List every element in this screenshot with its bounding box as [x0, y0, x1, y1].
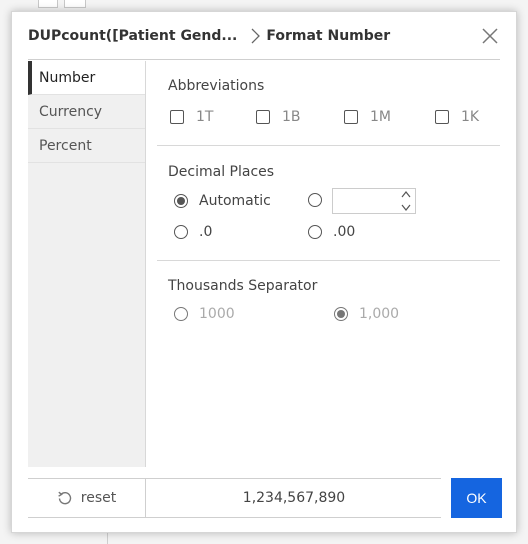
sidebar-item-label: Currency — [39, 103, 103, 120]
radio-label: .0 — [199, 224, 213, 240]
checkbox-label: 1K — [461, 109, 480, 125]
thousands-separator-title: Thousands Separator — [168, 278, 318, 294]
ok-button[interactable]: OK — [451, 478, 502, 518]
checkbox-box — [435, 110, 449, 124]
sidebar-item-currency[interactable]: Currency — [28, 95, 145, 129]
section-divider — [157, 260, 500, 261]
chevron-up-icon[interactable] — [401, 191, 411, 198]
radio-label: 1,000 — [359, 306, 400, 322]
radio-indicator — [174, 194, 188, 208]
format-number-dialog: DUPcount([Patient Gend... Format Number … — [11, 11, 517, 533]
separator-comma-radio[interactable]: 1,000 — [334, 306, 399, 322]
sidebar-item-label: Percent — [39, 137, 92, 154]
checkbox-box — [170, 110, 184, 124]
sidebar-item-number[interactable]: Number — [28, 61, 145, 95]
sidebar-item-percent[interactable]: Percent — [28, 129, 145, 163]
decimal-one-radio[interactable]: .0 — [174, 224, 212, 240]
abbrev-1k-checkbox[interactable]: 1K — [435, 109, 479, 125]
dialog-footer: reset 1,234,567,890 — [28, 478, 441, 518]
radio-label: 1000 — [199, 306, 235, 322]
abbrev-1m-checkbox[interactable]: 1M — [344, 109, 391, 125]
dialog-title: DUPcount([Patient Gend... — [28, 27, 238, 44]
decimal-places-title: Decimal Places — [168, 164, 275, 180]
chevron-down-icon[interactable] — [401, 204, 411, 211]
decimal-places-stepper[interactable] — [332, 188, 416, 214]
dialog-subtitle: Format Number — [266, 27, 391, 44]
stepper-arrows — [400, 191, 412, 211]
radio-indicator — [334, 307, 348, 321]
abbrev-1t-checkbox[interactable]: 1T — [170, 109, 213, 125]
dialog-header: DUPcount([Patient Gend... Format Number — [28, 12, 500, 60]
decimal-automatic-radio[interactable]: Automatic — [174, 193, 271, 209]
abbreviations-title: Abbreviations — [168, 78, 265, 94]
decimal-two-radio[interactable]: .00 — [308, 224, 355, 240]
section-divider — [157, 145, 500, 146]
radio-label: Automatic — [199, 193, 271, 209]
close-button[interactable] — [480, 26, 500, 46]
checkbox-box — [344, 110, 358, 124]
checkbox-label: 1B — [282, 109, 301, 125]
format-type-sidebar: Number Currency Percent — [28, 61, 146, 467]
reset-icon — [58, 491, 71, 505]
format-preview: 1,234,567,890 — [147, 479, 441, 517]
preview-value: 1,234,567,890 — [242, 490, 346, 506]
abbrev-1b-checkbox[interactable]: 1B — [256, 109, 301, 125]
reset-label: reset — [80, 490, 117, 506]
radio-indicator — [174, 225, 188, 239]
radio-label: .00 — [333, 224, 356, 240]
sidebar-item-label: Number — [39, 69, 96, 86]
background-fragment — [64, 0, 86, 8]
format-options-panel: Abbreviations 1T 1B 1M 1K Decimal Places… — [157, 61, 500, 467]
chevron-right-icon — [251, 28, 261, 44]
decimal-custom-radio[interactable] — [308, 193, 322, 207]
close-icon — [482, 28, 498, 44]
checkbox-box — [256, 110, 270, 124]
checkbox-label: 1M — [370, 109, 391, 125]
radio-indicator — [308, 193, 322, 207]
separator-none-radio[interactable]: 1000 — [174, 306, 235, 322]
radio-indicator — [308, 225, 322, 239]
radio-indicator — [174, 307, 188, 321]
reset-button[interactable]: reset — [28, 479, 146, 517]
background-fragment — [38, 0, 58, 8]
checkbox-label: 1T — [196, 109, 214, 125]
